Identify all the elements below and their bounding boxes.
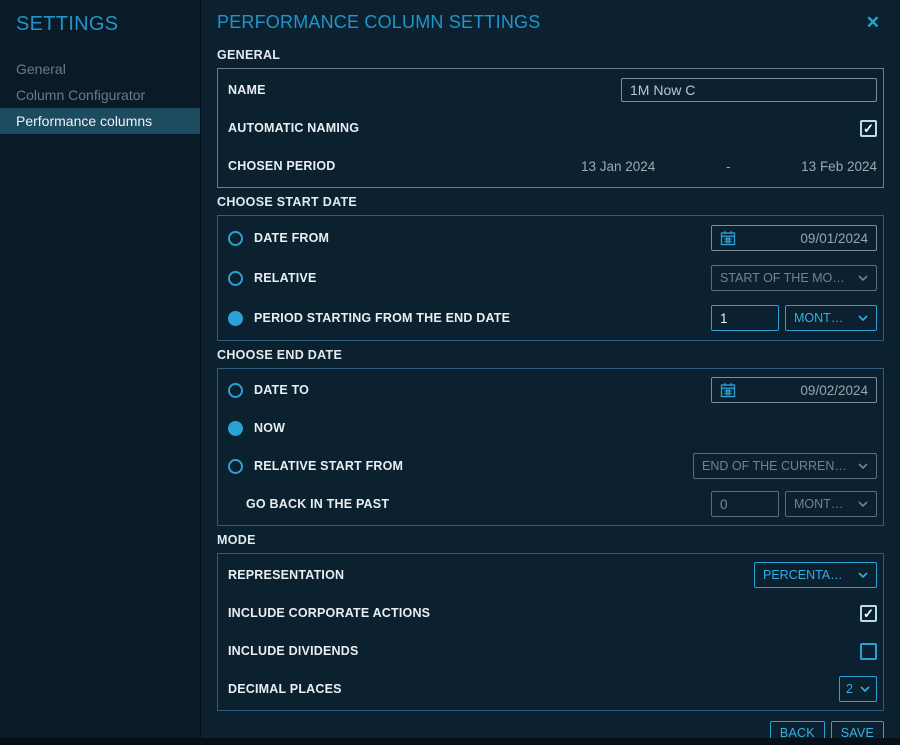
now-row: NOW — [228, 409, 877, 447]
representation-dropdown[interactable]: PERCENTAGE % — [754, 562, 877, 588]
chosen-period-label: CHOSEN PERIOD — [228, 159, 335, 173]
date-to-row: DATE TO 09/02/2024 — [228, 371, 877, 409]
section-label-mode: MODE — [217, 533, 884, 547]
period-starting-radio[interactable] — [228, 311, 243, 326]
section-label-general: GENERAL — [217, 48, 884, 62]
check-icon: ✓ — [863, 607, 874, 620]
relative-start-from-label: RELATIVE START FROM — [254, 459, 403, 473]
sidebar-item-label: General — [16, 61, 66, 77]
date-from-label: DATE FROM — [254, 231, 329, 245]
include-dividends-label: INCLUDE DIVIDENDS — [228, 644, 359, 658]
include-corporate-actions-checkbox[interactable]: ✓ — [860, 605, 877, 622]
date-to-input[interactable]: 09/02/2024 — [711, 377, 877, 403]
sidebar-item-label: Column Configurator — [16, 87, 145, 103]
general-section-box: NAME AUTOMATIC NAMING ✓ CHOSEN PERIOD 13… — [217, 68, 884, 188]
now-label: NOW — [254, 421, 285, 435]
date-from-row: DATE FROM 09/01/2024 — [228, 218, 877, 258]
date-to-value: 09/02/2024 — [800, 383, 868, 398]
representation-label: REPRESENTATION — [228, 568, 344, 582]
decimal-places-dropdown[interactable]: 2 — [839, 676, 877, 702]
settings-window: SETTINGS General Column Configurator Per… — [0, 0, 900, 745]
calendar-icon — [720, 382, 736, 398]
sidebar-item-column-configurator[interactable]: Column Configurator — [0, 82, 200, 108]
name-row: NAME — [228, 71, 877, 109]
chevron-down-icon — [858, 275, 868, 281]
choose-start-date-box: DATE FROM 09/01/2024 RELATIVE — [217, 215, 884, 341]
chosen-period-end: 13 Feb 2024 — [801, 159, 877, 174]
relative-radio[interactable] — [228, 271, 243, 286]
chevron-down-icon — [860, 686, 870, 692]
include-dividends-checkbox[interactable]: ✓ — [860, 643, 877, 660]
calendar-icon — [720, 230, 736, 246]
sidebar-item-label: Performance columns — [16, 113, 152, 129]
period-starting-label: PERIOD STARTING FROM THE END DATE — [254, 311, 510, 325]
chosen-period-start: 13 Jan 2024 — [581, 159, 655, 174]
panel-header: PERFORMANCE COLUMN SETTINGS ✕ — [217, 0, 884, 41]
relative-dropdown[interactable]: START OF THE MONTH — [711, 265, 877, 291]
check-icon: ✓ — [863, 122, 874, 135]
include-dividends-row: INCLUDE DIVIDENDS ✓ — [228, 632, 877, 670]
sidebar-item-performance-columns[interactable]: Performance columns — [0, 108, 200, 134]
go-back-unit-dropdown[interactable]: MONTH(S) — [785, 491, 877, 517]
date-from-input[interactable]: 09/01/2024 — [711, 225, 877, 251]
dropdown-value: START OF THE MONTH — [720, 271, 852, 285]
relative-row: RELATIVE START OF THE MONTH — [228, 258, 877, 298]
choose-end-date-box: DATE TO 09/02/2024 NOW — [217, 368, 884, 526]
representation-row: REPRESENTATION PERCENTAGE % — [228, 556, 877, 594]
date-to-radio[interactable] — [228, 383, 243, 398]
name-input[interactable] — [621, 78, 877, 102]
performance-column-settings-panel: PERFORMANCE COLUMN SETTINGS ✕ GENERAL NA… — [200, 0, 900, 745]
dropdown-value: MONTH(S) — [794, 311, 852, 325]
dropdown-value: 2 — [846, 682, 853, 696]
relative-start-from-dropdown[interactable]: END OF THE CURRENT ... — [693, 453, 877, 479]
automatic-naming-row: AUTOMATIC NAMING ✓ — [228, 109, 877, 147]
chosen-period-row: CHOSEN PERIOD 13 Jan 2024 - 13 Feb 2024 — [228, 147, 877, 185]
window-bottom-edge — [0, 738, 900, 745]
settings-sidebar: SETTINGS General Column Configurator Per… — [0, 0, 200, 745]
name-label: NAME — [228, 83, 266, 97]
period-unit-dropdown[interactable]: MONTH(S) — [785, 305, 877, 331]
sidebar-title: SETTINGS — [0, 0, 200, 56]
include-corporate-actions-label: INCLUDE CORPORATE ACTIONS — [228, 606, 430, 620]
dropdown-value: PERCENTAGE % — [763, 568, 852, 582]
dropdown-value: MONTH(S) — [794, 497, 852, 511]
relative-start-from-radio[interactable] — [228, 459, 243, 474]
section-label-choose-end-date: CHOOSE END DATE — [217, 348, 884, 362]
now-radio[interactable] — [228, 421, 243, 436]
chevron-down-icon — [858, 463, 868, 469]
date-from-radio[interactable] — [228, 231, 243, 246]
sidebar-item-general[interactable]: General — [0, 56, 200, 82]
include-corporate-actions-row: INCLUDE CORPORATE ACTIONS ✓ — [228, 594, 877, 632]
relative-label: RELATIVE — [254, 271, 316, 285]
period-starting-row: PERIOD STARTING FROM THE END DATE MONTH(… — [228, 298, 877, 338]
decimal-places-label: DECIMAL PLACES — [228, 682, 342, 696]
dropdown-value: END OF THE CURRENT ... — [702, 459, 852, 473]
panel-title: PERFORMANCE COLUMN SETTINGS — [217, 12, 540, 33]
date-from-value: 09/01/2024 — [800, 231, 868, 246]
relative-start-from-row: RELATIVE START FROM END OF THE CURRENT .… — [228, 447, 877, 485]
automatic-naming-label: AUTOMATIC NAMING — [228, 121, 359, 135]
chevron-down-icon — [858, 501, 868, 507]
chevron-down-icon — [858, 572, 868, 578]
close-icon[interactable]: ✕ — [862, 12, 884, 33]
period-count-input[interactable] — [711, 305, 779, 331]
go-back-label: GO BACK IN THE PAST — [228, 497, 389, 511]
go-back-count-input[interactable] — [711, 491, 779, 517]
mode-box: REPRESENTATION PERCENTAGE % INCLUDE CORP… — [217, 553, 884, 711]
section-label-choose-start-date: CHOOSE START DATE — [217, 195, 884, 209]
go-back-row: GO BACK IN THE PAST MONTH(S) — [228, 485, 877, 523]
decimal-places-row: DECIMAL PLACES 2 — [228, 670, 877, 708]
date-to-label: DATE TO — [254, 383, 309, 397]
chevron-down-icon — [858, 315, 868, 321]
chosen-period-separator: - — [726, 159, 731, 174]
automatic-naming-checkbox[interactable]: ✓ — [860, 120, 877, 137]
chosen-period-values: 13 Jan 2024 - 13 Feb 2024 — [581, 159, 877, 174]
